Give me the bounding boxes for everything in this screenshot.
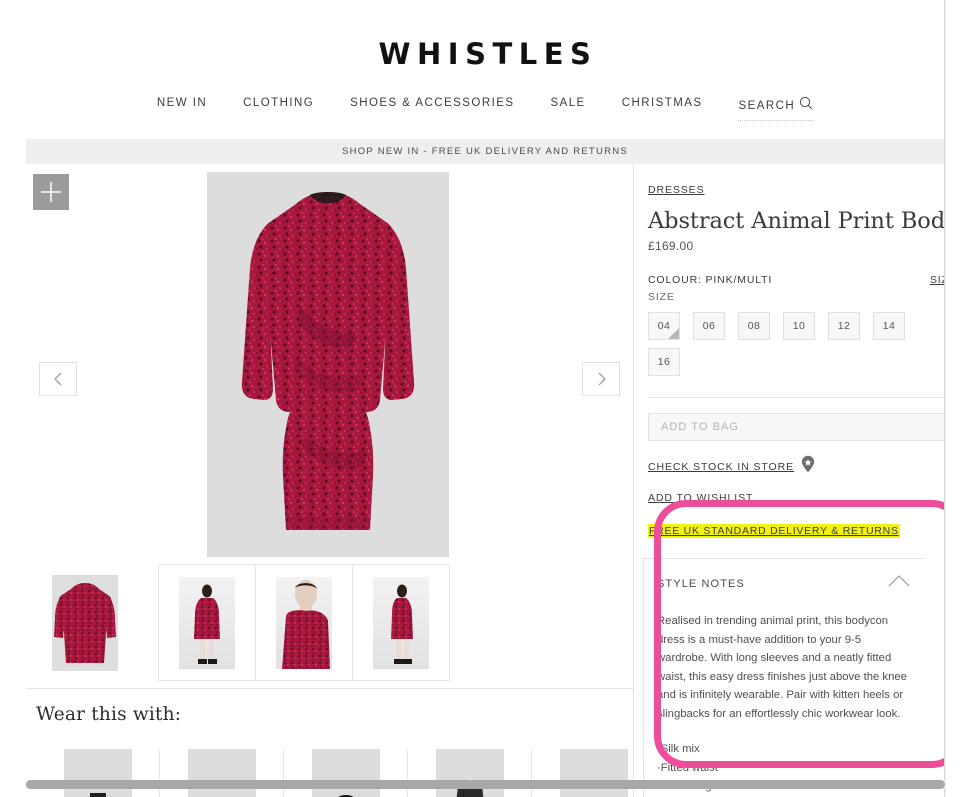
- search-label: SEARCH: [738, 99, 796, 112]
- thumbnail-model-detail[interactable]: [255, 564, 353, 681]
- related-product-4[interactable]: [408, 749, 532, 797]
- page-title: Abstract Animal Print Bodycon: [648, 208, 945, 234]
- main-navigation: NEW IN CLOTHING SHOES & ACCESSORIES SALE…: [26, 96, 944, 128]
- size-guide-link[interactable]: SIZE GUIDE: [930, 274, 944, 286]
- size-option-04[interactable]: 04: [648, 312, 680, 340]
- size-selector: 04 06 08 10 12 14 16: [648, 312, 916, 376]
- colour-row: COLOUR: PINK/MULTI SIZE GUIDE: [648, 274, 944, 286]
- gallery-next-button[interactable]: [582, 362, 620, 396]
- product-gallery: Wear this with:: [26, 164, 634, 797]
- style-notes-bullet-1: ·Silk mix: [657, 743, 700, 755]
- size-option-12[interactable]: 12: [828, 312, 860, 340]
- zoom-plus-icon[interactable]: [33, 174, 69, 210]
- related-product-2[interactable]: [160, 749, 284, 797]
- nav-item-shoes-accessories[interactable]: SHOES & ACCESSORIES: [350, 96, 514, 110]
- style-notes-panel: STYLE NOTES Realised in trending animal …: [643, 558, 924, 797]
- nav-item-sale[interactable]: SALE: [550, 96, 585, 110]
- style-notes-description: Realised in trending animal print, this …: [657, 615, 907, 720]
- related-product-3[interactable]: [284, 749, 408, 797]
- chevron-left-icon: [40, 363, 76, 395]
- wishlist-row: ADD TO WISHLIST: [648, 492, 944, 504]
- product-page: WHISTLES NEW IN CLOTHING SHOES & ACCESSO…: [26, 0, 945, 797]
- search-nav-item[interactable]: SEARCH: [738, 96, 814, 121]
- product-content: Wear this with: DRESSES Abstract Animal …: [26, 164, 944, 797]
- map-pin-icon: [801, 455, 815, 478]
- check-stock-in-store-link[interactable]: CHECK STOCK IN STORE: [648, 461, 794, 473]
- style-notes-toggle[interactable]: STYLE NOTES: [657, 574, 911, 593]
- chevron-right-icon: [583, 363, 619, 395]
- product-details: DRESSES Abstract Animal Print Bodycon £1…: [634, 164, 945, 797]
- size-option-10[interactable]: 10: [783, 312, 815, 340]
- thumbnail-model-front[interactable]: [158, 564, 256, 681]
- size-option-06[interactable]: 06: [693, 312, 725, 340]
- divider: [648, 397, 944, 398]
- style-notes-title: STYLE NOTES: [657, 577, 745, 590]
- colour-label: COLOUR: PINK/MULTI: [648, 274, 773, 286]
- size-option-16[interactable]: 16: [648, 348, 680, 376]
- product-price: £169.00: [648, 239, 694, 253]
- horizontal-scrollbar-thumb[interactable]: [26, 780, 945, 789]
- nav-item-christmas[interactable]: CHRISTMAS: [622, 96, 703, 110]
- thumbnail-strip: [36, 564, 616, 681]
- size-option-14[interactable]: 14: [873, 312, 905, 340]
- thumbnail-flat-product[interactable]: [36, 564, 134, 681]
- thumbnail-model-back[interactable]: [352, 564, 450, 681]
- add-to-wishlist-link[interactable]: ADD TO WISHLIST: [648, 492, 753, 504]
- breadcrumb[interactable]: DRESSES: [648, 184, 704, 196]
- search-icon: [799, 96, 813, 115]
- promo-banner[interactable]: SHOP NEW IN - FREE UK DELIVERY AND RETUR…: [26, 139, 944, 164]
- section-divider: [26, 688, 634, 689]
- horizontal-scrollbar[interactable]: [26, 780, 945, 789]
- size-label: SIZE: [648, 291, 675, 303]
- related-products-strip: [36, 749, 634, 797]
- size-option-08[interactable]: 08: [738, 312, 770, 340]
- free-delivery-note[interactable]: FREE UK STANDARD DELIVERY & RETURNS: [648, 524, 900, 538]
- nav-item-new-in[interactable]: NEW IN: [157, 96, 207, 110]
- related-product-1[interactable]: [36, 749, 160, 797]
- add-to-bag-button[interactable]: ADD TO BAG: [648, 413, 944, 441]
- promo-banner-text: SHOP NEW IN - FREE UK DELIVERY AND RETUR…: [342, 146, 628, 157]
- gallery-prev-button[interactable]: [39, 362, 77, 396]
- style-notes-bullet-2: ·Fitted waist: [657, 761, 718, 774]
- check-stock-row: CHECK STOCK IN STORE: [648, 455, 944, 478]
- vertical-scrollbar[interactable]: [946, 0, 974, 797]
- hero-product-image[interactable]: [207, 172, 449, 557]
- brand-logo[interactable]: WHISTLES: [26, 0, 944, 71]
- nav-item-clothing[interactable]: CLOTHING: [243, 96, 314, 110]
- wear-this-with-title: Wear this with:: [36, 704, 182, 725]
- chevron-up-icon: [887, 574, 911, 593]
